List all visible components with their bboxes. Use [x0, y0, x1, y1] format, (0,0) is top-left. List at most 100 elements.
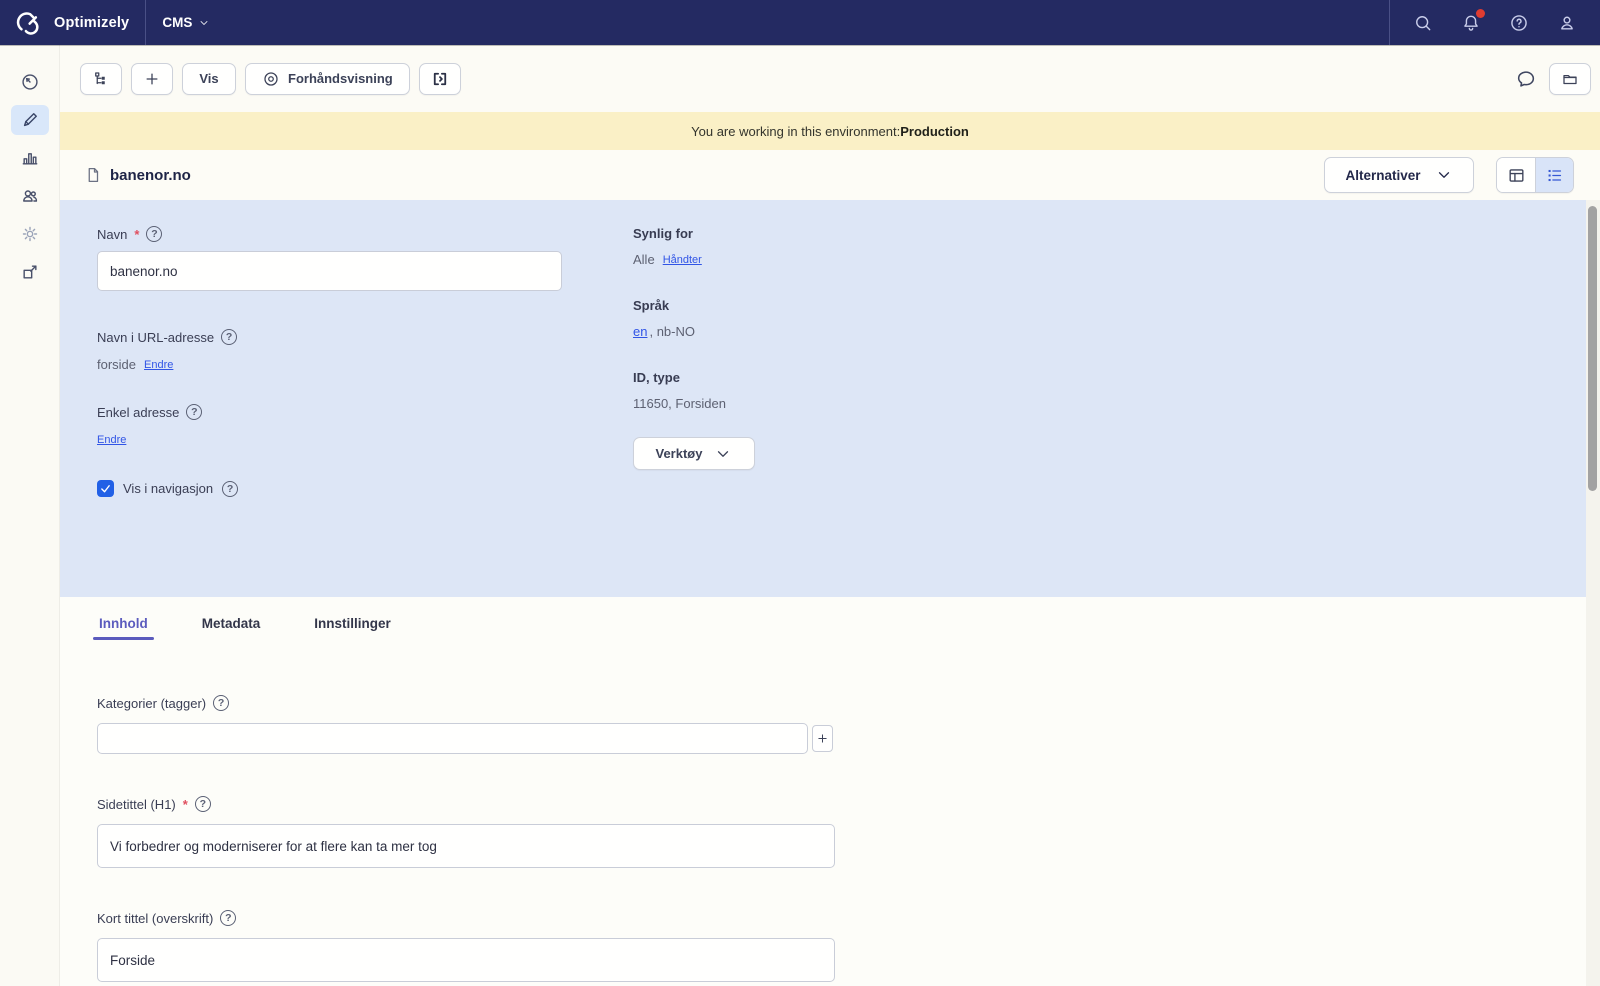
search-icon — [1413, 13, 1433, 33]
page-title-input[interactable] — [97, 824, 835, 868]
id-type-label-text: ID, type — [633, 370, 680, 385]
tab-innhold-label: Innhold — [99, 616, 148, 631]
fullscreen-button[interactable] — [419, 63, 461, 95]
short-title-help-icon[interactable]: ? — [220, 910, 236, 926]
language-en-link[interactable]: en — [633, 324, 647, 339]
app-sidebar — [0, 45, 60, 986]
view-mode-layout-button[interactable] — [1497, 158, 1535, 192]
view-button-label: Vis — [199, 71, 218, 86]
toggle-tree-button[interactable] — [80, 63, 122, 95]
sidebar-item-addons[interactable] — [11, 257, 49, 287]
id-type-label: ID, type — [633, 370, 1053, 385]
simple-address-label: Enkel adresse ? — [97, 404, 577, 420]
required-marker: * — [183, 797, 188, 812]
language-rest: , nb-NO — [649, 324, 695, 339]
comments-button[interactable] — [1509, 62, 1543, 96]
plus-icon — [143, 70, 161, 88]
topbar: Optimizely CMS — [0, 0, 1600, 45]
id-type-value: 11650, Forsiden — [633, 396, 1053, 411]
page-icon — [84, 166, 102, 184]
required-marker: * — [134, 227, 139, 242]
folder-icon — [1561, 70, 1579, 88]
view-mode-list-button[interactable] — [1535, 158, 1573, 192]
url-edit-link[interactable]: Endre — [144, 359, 173, 371]
create-new-button[interactable] — [131, 63, 173, 95]
visible-for-manage-link[interactable]: Håndter — [663, 254, 702, 266]
environment-banner-text: You are working in this environment: — [691, 124, 900, 139]
short-title-input[interactable] — [97, 938, 835, 982]
layout-icon — [1507, 166, 1526, 185]
url-name-value-row: forside Endre — [97, 357, 577, 372]
tree-icon — [92, 70, 110, 88]
content-tabs: Innhold Metadata Innstillinger — [60, 597, 1586, 649]
url-help-icon[interactable]: ? — [221, 329, 237, 345]
sidebar-item-analytics[interactable] — [11, 143, 49, 173]
sidebar-item-dashboard[interactable] — [11, 67, 49, 97]
expand-icon — [431, 70, 449, 88]
product-switcher[interactable]: CMS — [162, 15, 210, 30]
categories-input[interactable] — [97, 723, 808, 754]
preview-icon — [262, 70, 280, 88]
scrollbar-thumb[interactable] — [1588, 206, 1597, 491]
name-input[interactable] — [97, 251, 562, 291]
sidebar-item-settings[interactable] — [11, 219, 49, 249]
brand-name: Optimizely — [54, 15, 129, 31]
show-in-nav-row: Vis i navigasjon ? — [97, 480, 577, 497]
simple-address-label-text: Enkel adresse — [97, 405, 179, 420]
vertical-scrollbar[interactable] — [1586, 200, 1600, 986]
short-title-label: Kort tittel (overskrift) ? — [97, 910, 1586, 926]
assets-panel-button[interactable] — [1549, 63, 1591, 95]
environment-banner: You are working in this environment: Pro… — [60, 112, 1600, 150]
preview-button[interactable]: Forhåndsvisning — [245, 63, 410, 95]
preview-button-label: Forhåndsvisning — [288, 71, 393, 86]
environment-name: Production — [900, 124, 969, 139]
optimizely-cms-app: Optimizely CMS — [0, 0, 1600, 986]
tab-metadata-label: Metadata — [202, 616, 261, 631]
language-label-text: Språk — [633, 298, 669, 313]
name-label-text: Navn — [97, 227, 127, 242]
profile-button[interactable] — [1552, 8, 1582, 38]
help-button[interactable] — [1504, 8, 1534, 38]
language-label: Språk — [633, 298, 1053, 313]
visible-for-label-text: Synlig for — [633, 226, 693, 241]
name-help-icon[interactable]: ? — [146, 226, 162, 242]
tab-innhold[interactable]: Innhold — [97, 597, 150, 649]
simple-address-edit-link[interactable]: Endre — [97, 434, 126, 446]
view-mode-group — [1496, 157, 1574, 193]
chevron-down-icon — [1435, 166, 1453, 184]
content-form: Kategorier (tagger) ? Sidetittel (H1) * … — [60, 649, 1586, 986]
tab-metadata[interactable]: Metadata — [200, 597, 263, 649]
notifications-button[interactable] — [1456, 8, 1486, 38]
show-in-nav-checkbox[interactable] — [97, 480, 114, 497]
help-icon — [1509, 13, 1529, 33]
simple-address-value-row: Endre — [97, 434, 577, 446]
chevron-down-icon — [714, 445, 732, 463]
view-button[interactable]: Vis — [182, 63, 236, 95]
add-category-button[interactable] — [812, 725, 833, 752]
tools-button-label: Verktøy — [656, 446, 703, 461]
name-field-label: Navn * ? — [97, 226, 577, 242]
options-button[interactable]: Alternativer — [1324, 157, 1474, 193]
content-area: Vis Forhåndsvisning You ar — [60, 45, 1600, 986]
short-title-label-text: Kort tittel (overskrift) — [97, 911, 213, 926]
page-title-help-icon[interactable]: ? — [195, 796, 211, 812]
tools-button[interactable]: Verktøy — [633, 437, 755, 470]
language-value-row: en , nb-NO — [633, 324, 1053, 339]
tab-innstillinger[interactable]: Innstillinger — [312, 597, 393, 649]
categories-label: Kategorier (tagger) ? — [97, 695, 1586, 711]
page-properties-panel: Navn * ? Navn i URL-adresse ? forside En… — [60, 200, 1586, 597]
chevron-down-icon — [198, 17, 210, 29]
options-button-label: Alternativer — [1345, 168, 1420, 183]
id-type-value-text: 11650, Forsiden — [633, 396, 726, 411]
notification-dot — [1476, 9, 1485, 18]
checkmark-icon — [100, 483, 111, 494]
simple-address-help-icon[interactable]: ? — [186, 404, 202, 420]
sidebar-item-edit[interactable] — [11, 105, 49, 135]
show-in-nav-help-icon[interactable]: ? — [222, 481, 238, 497]
page-title: banenor.no — [110, 167, 191, 184]
categories-help-icon[interactable]: ? — [213, 695, 229, 711]
search-button[interactable] — [1408, 8, 1438, 38]
settings-icon — [20, 224, 40, 244]
visible-for-value: Alle — [633, 252, 655, 267]
sidebar-item-users[interactable] — [11, 181, 49, 211]
